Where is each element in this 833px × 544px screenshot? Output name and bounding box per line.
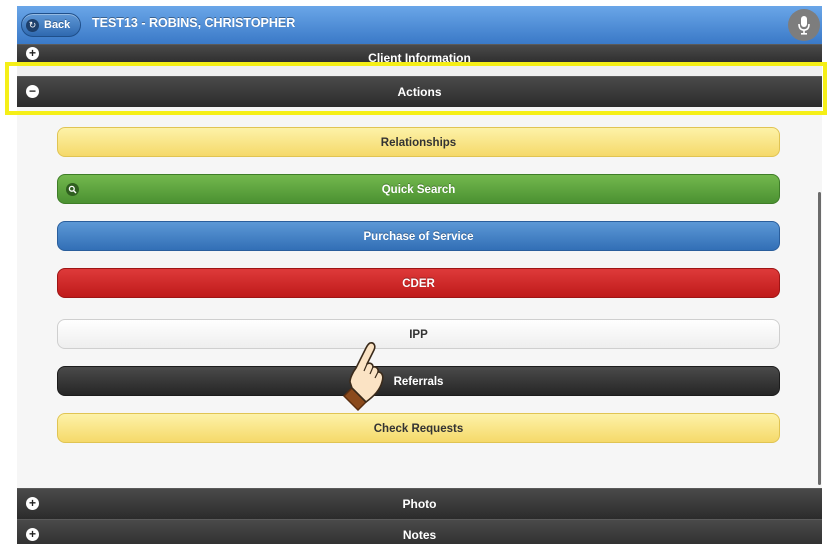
expand-plus-icon: +: [26, 497, 39, 510]
ipp-button[interactable]: IPP: [57, 319, 780, 349]
purchase-of-service-label: Purchase of Service: [363, 231, 474, 243]
quick-search-button[interactable]: Quick Search: [57, 174, 780, 204]
cder-label: CDER: [402, 278, 435, 290]
notes-section-header[interactable]: + Notes: [17, 519, 822, 544]
pointing-hand-cursor-icon: [342, 342, 384, 412]
check-requests-button[interactable]: Check Requests: [57, 413, 780, 443]
vertical-scrollbar[interactable]: [818, 192, 821, 485]
actions-panel: Relationships Quick Search Purchase of S…: [17, 107, 822, 488]
highlight-box: [5, 62, 827, 115]
check-requests-label: Check Requests: [373, 423, 464, 435]
back-button-label: Back: [44, 19, 71, 31]
microphone-icon: [798, 16, 810, 35]
expand-plus-icon: +: [26, 528, 39, 541]
notes-label: Notes: [402, 528, 437, 542]
top-header-bar: ↻ Back TEST13 - ROBINS, CHRISTOPHER: [17, 6, 822, 45]
back-button[interactable]: ↻ Back: [21, 13, 81, 37]
microphone-button[interactable]: [788, 9, 820, 41]
patient-title: TEST13 - ROBINS, CHRISTOPHER: [92, 16, 296, 30]
referrals-label: Referrals: [393, 376, 444, 388]
photo-section-header[interactable]: + Photo: [17, 488, 822, 519]
relationships-label: Relationships: [380, 137, 457, 149]
expand-plus-icon: +: [26, 47, 39, 60]
referrals-button[interactable]: Referrals: [57, 366, 780, 396]
quick-search-label: Quick Search: [381, 184, 456, 196]
purchase-of-service-button[interactable]: Purchase of Service: [57, 221, 780, 251]
cder-button[interactable]: CDER: [57, 268, 780, 298]
search-icon: [66, 183, 79, 196]
photo-label: Photo: [402, 497, 437, 511]
back-arrow-icon: ↻: [26, 18, 39, 32]
ipp-label: IPP: [409, 329, 428, 341]
relationships-button[interactable]: Relationships: [57, 127, 780, 157]
